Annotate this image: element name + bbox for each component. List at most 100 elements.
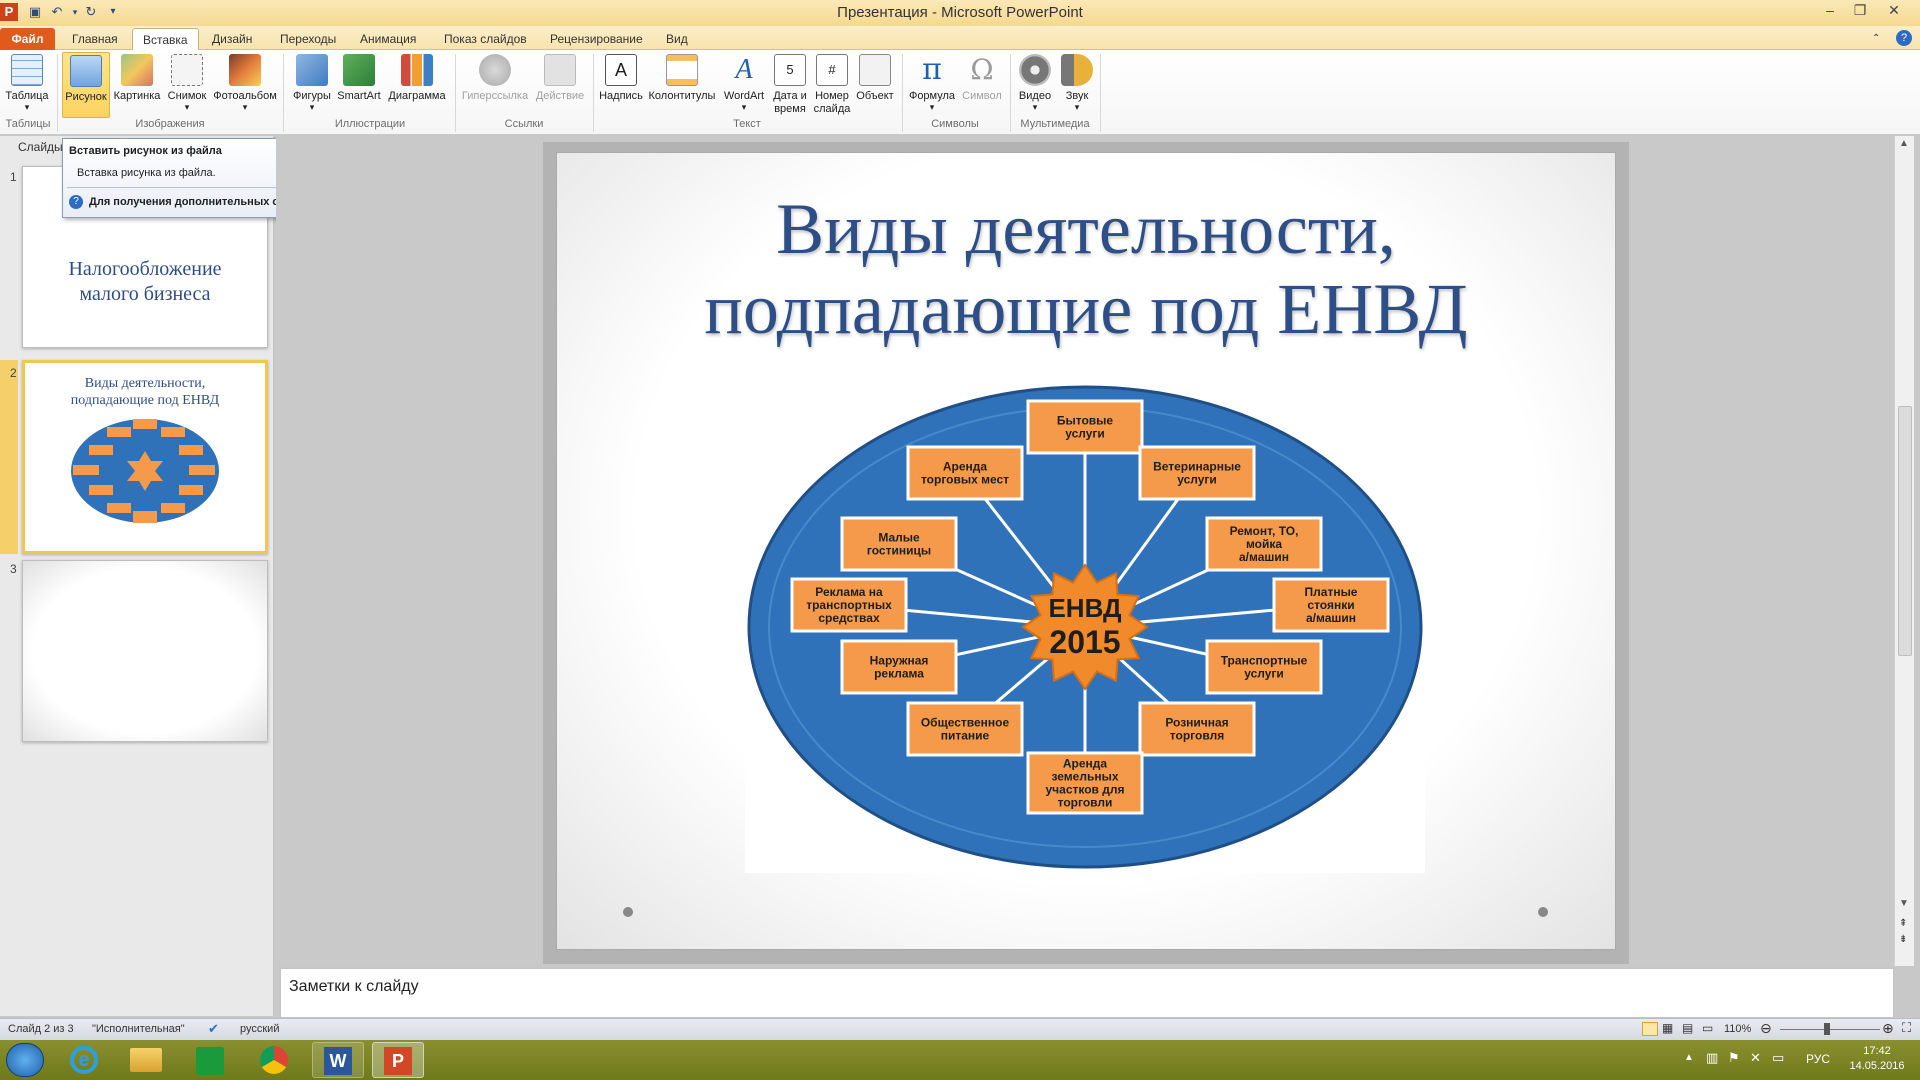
next-slide-icon[interactable]: ⇟	[1899, 934, 1907, 945]
volume-muted-icon[interactable]: ✕	[1750, 1050, 1761, 1066]
diagram-box-label: Платные	[1305, 585, 1358, 599]
taskbar-powerpoint[interactable]: P	[372, 1042, 424, 1078]
textbox-icon: A	[605, 54, 637, 86]
object-button[interactable]: Объект	[854, 52, 896, 118]
picture-button[interactable]: Рисунок	[62, 52, 110, 118]
envd-diagram-image[interactable]: ЕНВД 2015 Бытовые услуги Ветеринарные услуг…	[745, 377, 1425, 873]
diagram-box-label: Реклама на	[815, 585, 883, 599]
object-icon	[859, 54, 891, 86]
normal-view-icon[interactable]	[1642, 1022, 1658, 1036]
tab-design[interactable]: Дизайн	[202, 28, 262, 50]
tab-insert[interactable]: Вставка	[132, 28, 199, 50]
tab-animation[interactable]: Анимация	[350, 28, 426, 50]
fit-to-window-icon[interactable]: ⛶	[1902, 1020, 1911, 1036]
close-button[interactable]: ✕	[1880, 0, 1908, 22]
action-button[interactable]: Действие	[532, 52, 588, 118]
zoom-slider[interactable]	[1780, 1029, 1880, 1030]
action-center-icon[interactable]: ⚑	[1728, 1050, 1740, 1066]
taskbar-word[interactable]: W	[312, 1042, 364, 1078]
zoom-out-icon[interactable]: ⊖	[1760, 1020, 1772, 1037]
scroll-thumb[interactable]	[1898, 406, 1912, 656]
selected-slide-marker	[0, 360, 18, 554]
diagram-box: Арендаземельныхучастков дляторговли	[1026, 751, 1144, 815]
table-button[interactable]: Таблица ▾	[2, 52, 52, 118]
minimize-button[interactable]: –	[1816, 0, 1844, 22]
help-icon[interactable]: ?	[1896, 30, 1912, 46]
shapes-button[interactable]: Фигуры ▾	[290, 52, 334, 118]
slideshow-view-icon[interactable]: ▭	[1702, 1021, 1713, 1035]
minimize-ribbon-icon[interactable]: ⌃	[1872, 28, 1880, 50]
audio-button[interactable]: Звук ▾	[1058, 52, 1096, 118]
diagram-box-label: услуги	[1177, 473, 1217, 487]
taskbar-chrome[interactable]	[248, 1042, 300, 1078]
group-symbols: Символы	[931, 118, 979, 130]
equation-button[interactable]: π Формула ▾	[906, 52, 958, 118]
taskbar-store[interactable]	[184, 1042, 236, 1078]
slide-dot-left	[623, 907, 633, 917]
slide-thumbnail-3[interactable]	[22, 560, 268, 742]
notes-pane[interactable]: Заметки к слайду	[280, 968, 1894, 1018]
tab-slideshow[interactable]: Показ слайдов	[434, 28, 537, 50]
power-icon[interactable]: ▭	[1772, 1050, 1784, 1066]
diagram-box-label: Бытовые	[1057, 414, 1114, 428]
tab-file[interactable]: Файл	[0, 28, 55, 50]
scroll-down-icon[interactable]: ▼	[1899, 898, 1909, 909]
slides-tab[interactable]: Слайды	[18, 140, 63, 154]
photoalbum-button[interactable]: Фотоальбом ▾	[212, 52, 278, 118]
zoom-level[interactable]: 110%	[1724, 1023, 1751, 1035]
reading-view-icon[interactable]: ▤	[1682, 1021, 1693, 1035]
clock[interactable]: 17:42 14.05.2016	[1842, 1044, 1912, 1074]
screenshot-button[interactable]: Снимок ▾	[164, 52, 210, 118]
diagram-box-label: Розничная	[1165, 716, 1228, 730]
diagram-box: Наружнаяреклама	[840, 639, 958, 695]
previous-slide-icon[interactable]: ⇞	[1899, 918, 1907, 929]
ribbon-tabs: Файл Главная Вставка Дизайн Переходы Ани…	[0, 26, 1920, 50]
diagram-box-label: питание	[941, 729, 990, 743]
notes-placeholder: Заметки к слайду	[289, 978, 419, 995]
video-button[interactable]: Видео ▾	[1014, 52, 1056, 118]
tooltip-body: Вставка рисунка из файла.	[77, 167, 216, 179]
diagram-box-label: Ветеринарные	[1153, 460, 1241, 474]
diagram-box-label: торговля	[1170, 729, 1224, 743]
tab-view[interactable]: Вид	[656, 28, 698, 50]
tab-home[interactable]: Главная	[62, 28, 128, 50]
symbol-button[interactable]: Ω Символ	[960, 52, 1004, 118]
tab-review[interactable]: Рецензирование	[540, 28, 653, 50]
restore-button[interactable]: ❐	[1846, 0, 1874, 22]
start-button[interactable]	[6, 1043, 44, 1077]
smartart-button[interactable]: SmartArt	[336, 52, 382, 118]
photoalbum-icon	[229, 54, 261, 86]
zoom-slider-thumb[interactable]	[1824, 1023, 1830, 1035]
hyperlink-button[interactable]: Гиперссылка	[460, 52, 530, 118]
wordart-button[interactable]: A WordArt ▾	[720, 52, 768, 118]
headerfooter-button[interactable]: Колонтитулы	[646, 52, 718, 118]
taskbar-ie[interactable]: e	[58, 1042, 110, 1078]
slide-canvas[interactable]: Виды деятельности, подпадающие под ЕНВД …	[556, 152, 1616, 950]
tab-transitions[interactable]: Переходы	[270, 28, 346, 50]
show-hidden-icons[interactable]: ▲	[1684, 1052, 1694, 1063]
chart-button[interactable]: Диаграмма	[384, 52, 450, 118]
diagram-box-label: Ремонт, ТО,	[1230, 524, 1299, 538]
slidenumber-button[interactable]: # Номер слайда	[812, 52, 852, 118]
table-icon	[11, 54, 43, 86]
spellcheck-icon[interactable]: ✔	[208, 1021, 219, 1037]
status-theme[interactable]: "Исполнительная"	[92, 1023, 185, 1035]
group-text: Текст	[733, 118, 761, 130]
zoom-in-icon[interactable]: ⊕	[1882, 1020, 1894, 1037]
slide-sorter-icon[interactable]: ▦	[1662, 1021, 1673, 1035]
slide-title[interactable]: Виды деятельности, подпадающие под ЕНВД	[557, 189, 1615, 349]
network-icon[interactable]: ▥	[1706, 1050, 1718, 1066]
textbox-button[interactable]: A Надпись	[598, 52, 644, 118]
clipart-button[interactable]: Картинка	[112, 52, 162, 118]
taskbar-explorer[interactable]	[120, 1042, 172, 1078]
clipart-icon	[121, 54, 153, 86]
diagram-box: Общественноепитание	[906, 701, 1024, 757]
datetime-button[interactable]: 5 Дата и время	[770, 52, 810, 118]
diagram-box: Платныестоянкиа/машин	[1272, 577, 1390, 633]
slide-thumbnail-2[interactable]: Виды деятельности, подпадающие под ЕНВД	[22, 360, 268, 554]
scroll-up-icon[interactable]: ▲	[1899, 138, 1909, 149]
shapes-icon	[296, 54, 328, 86]
status-language[interactable]: русский	[240, 1023, 279, 1035]
input-language[interactable]: РУС	[1806, 1052, 1830, 1066]
slide-scrollbar[interactable]: ▲ ▼ ⇞ ⇟	[1894, 136, 1914, 966]
